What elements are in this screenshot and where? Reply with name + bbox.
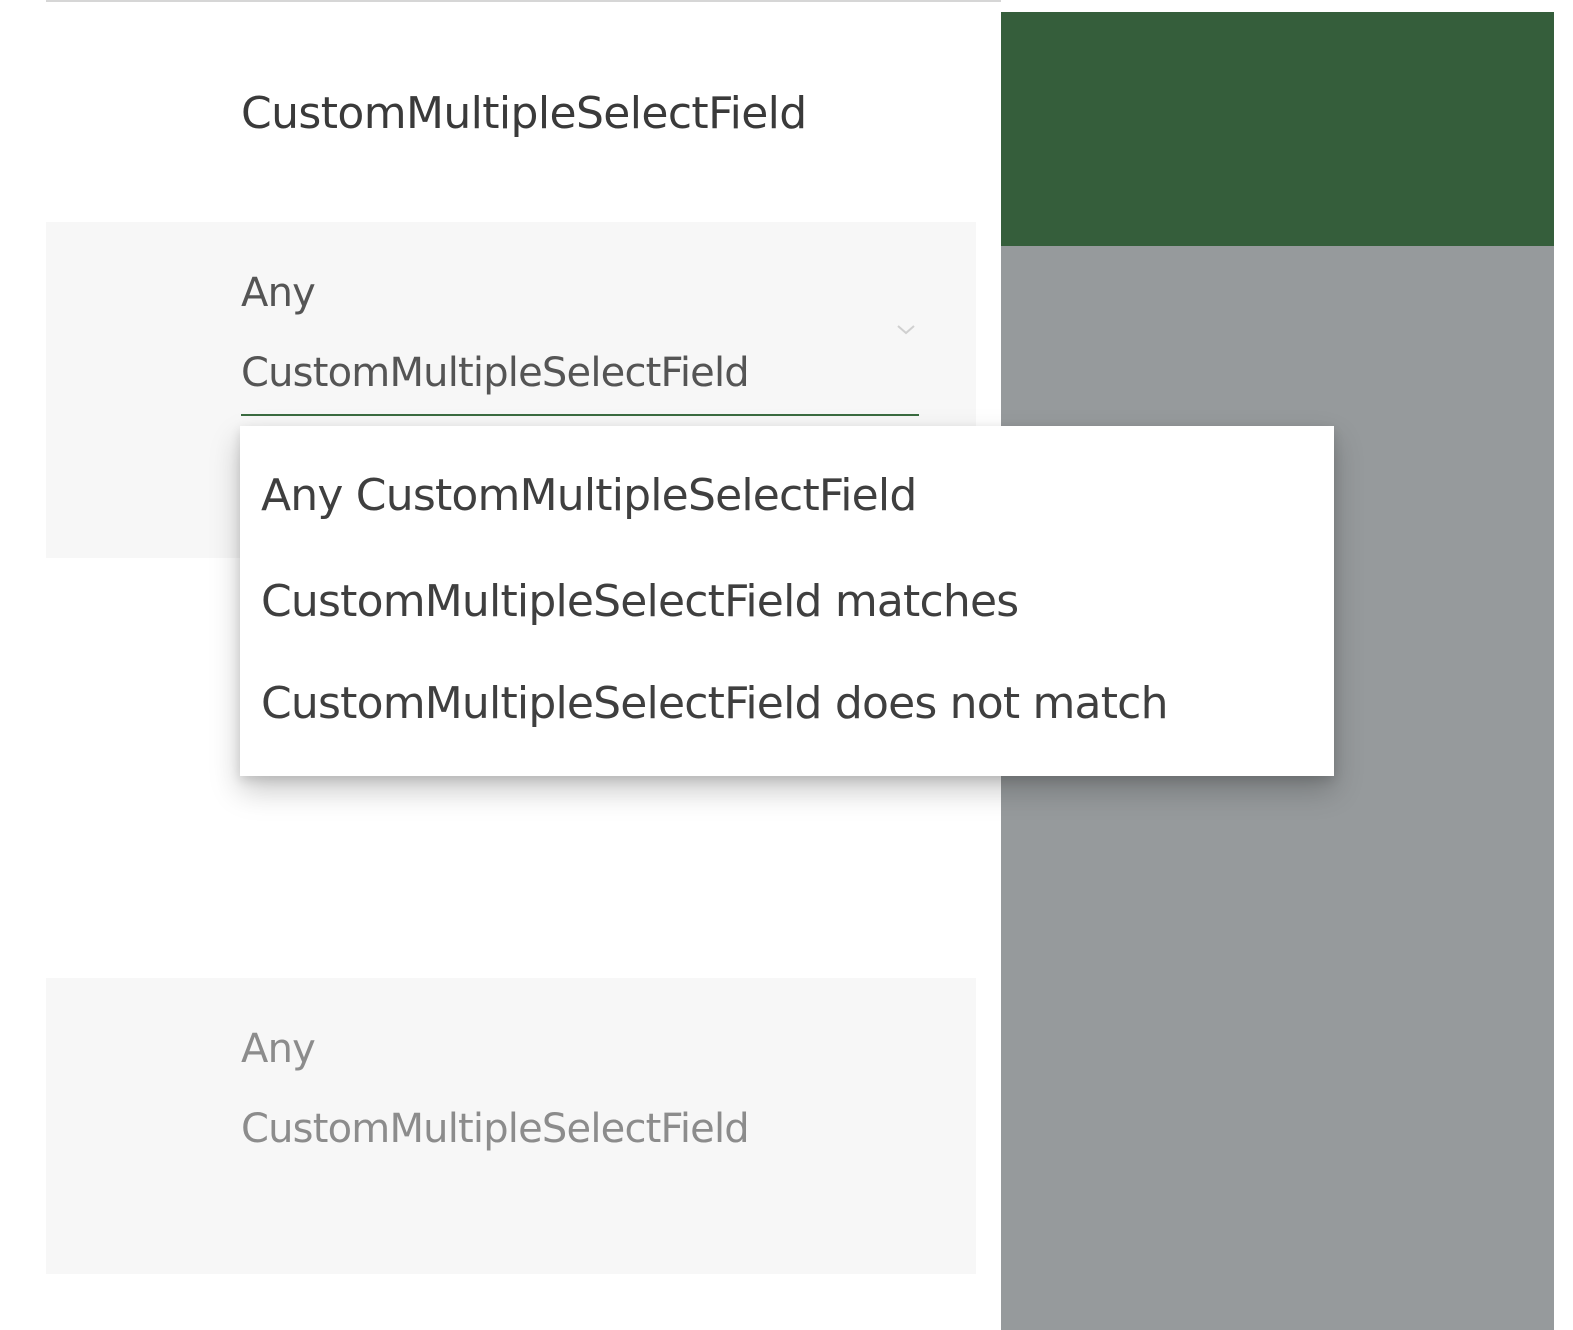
modal-overlay bbox=[1001, 246, 1554, 1330]
custom-multiple-select-dropdown[interactable]: Any CustomMultipleSelectField bbox=[241, 268, 919, 416]
select-value-line-1: Any bbox=[241, 270, 316, 316]
page: CustomMultipleSelectField Any CustomMult… bbox=[0, 0, 1573, 1330]
dropdown-option-does-not-match[interactable]: CustomMultipleSelectField does not match bbox=[261, 678, 1168, 729]
dropdown-option-any[interactable]: Any CustomMultipleSelectField bbox=[261, 470, 917, 521]
chevron-down-icon-svg bbox=[897, 325, 915, 335]
page-edge bbox=[1554, 0, 1573, 1330]
select-value-line-2: CustomMultipleSelectField bbox=[241, 1106, 750, 1152]
select-value-line-2: CustomMultipleSelectField bbox=[241, 350, 750, 396]
chevron-down-icon[interactable] bbox=[893, 320, 919, 340]
filter-section-title: CustomMultipleSelectField bbox=[241, 88, 807, 139]
dropdown-menu: Any CustomMultipleSelectField CustomMult… bbox=[240, 426, 1334, 776]
dropdown-option-matches[interactable]: CustomMultipleSelectField matches bbox=[261, 576, 1019, 627]
dialog-header-green bbox=[1001, 12, 1554, 246]
second-custom-multiple-select[interactable]: Any CustomMultipleSelectField bbox=[241, 1024, 919, 1174]
select-value-line-1: Any bbox=[241, 1026, 316, 1072]
